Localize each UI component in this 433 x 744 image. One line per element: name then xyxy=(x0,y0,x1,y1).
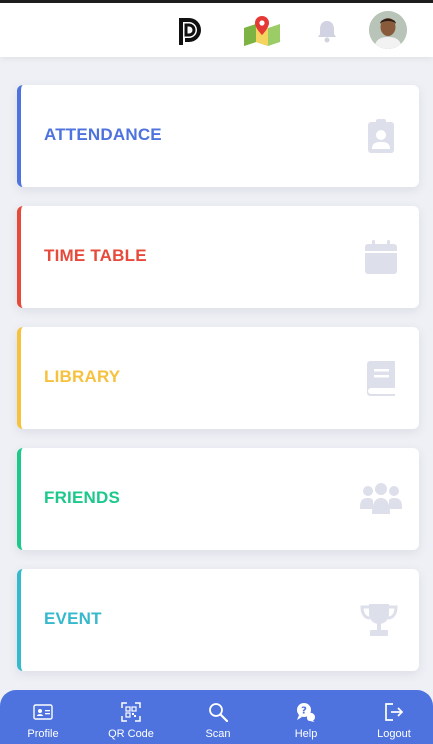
calendar-icon xyxy=(365,240,397,274)
nav-scan[interactable]: Scan xyxy=(183,690,253,744)
trophy-icon xyxy=(360,604,398,636)
map-pin-icon[interactable] xyxy=(242,14,282,46)
nav-scan-label: Scan xyxy=(205,728,231,740)
nav-help[interactable]: ? Help xyxy=(271,690,341,744)
book-icon xyxy=(367,361,395,396)
attendance-card[interactable]: ATTENDANCE xyxy=(17,85,419,187)
user-avatar[interactable] xyxy=(369,11,407,49)
library-label: LIBRARY xyxy=(44,367,121,386)
app-header xyxy=(0,3,433,57)
bell-icon[interactable] xyxy=(316,19,338,43)
friends-card[interactable]: FRIENDS xyxy=(17,448,419,550)
timetable-card[interactable]: TIME TABLE xyxy=(17,206,419,308)
nav-qr-code[interactable]: QR Code xyxy=(96,690,166,744)
event-card[interactable]: EVENT xyxy=(17,569,419,671)
qrcode-icon xyxy=(121,702,141,722)
logout-icon xyxy=(385,703,404,721)
nav-qr-code-label: QR Code xyxy=(108,728,154,740)
users-icon xyxy=(360,483,402,514)
library-card[interactable]: LIBRARY xyxy=(17,327,419,429)
attendance-label: ATTENDANCE xyxy=(44,125,162,144)
clipboard-user-icon xyxy=(368,119,394,153)
bottom-navigation: Profile QR Code Scan ? Help Logout xyxy=(0,690,433,744)
dashboard-cards: ATTENDANCE TIME TABLE LIBRARY FRIENDS EV… xyxy=(17,85,419,690)
nav-help-label: Help xyxy=(294,728,318,740)
pd-logo-icon[interactable] xyxy=(176,16,204,46)
friends-label: FRIENDS xyxy=(44,488,121,507)
event-label: EVENT xyxy=(44,609,102,628)
search-icon xyxy=(209,703,228,722)
nav-logout[interactable]: Logout xyxy=(359,690,429,744)
nav-logout-label: Logout xyxy=(377,728,411,740)
nav-profile-label: Profile xyxy=(27,728,59,740)
id-card-icon xyxy=(33,704,53,720)
nav-profile[interactable]: Profile xyxy=(8,690,78,744)
timetable-label: TIME TABLE xyxy=(44,246,147,265)
svg-text:?: ? xyxy=(301,706,307,717)
help-chat-icon: ? xyxy=(297,703,315,722)
